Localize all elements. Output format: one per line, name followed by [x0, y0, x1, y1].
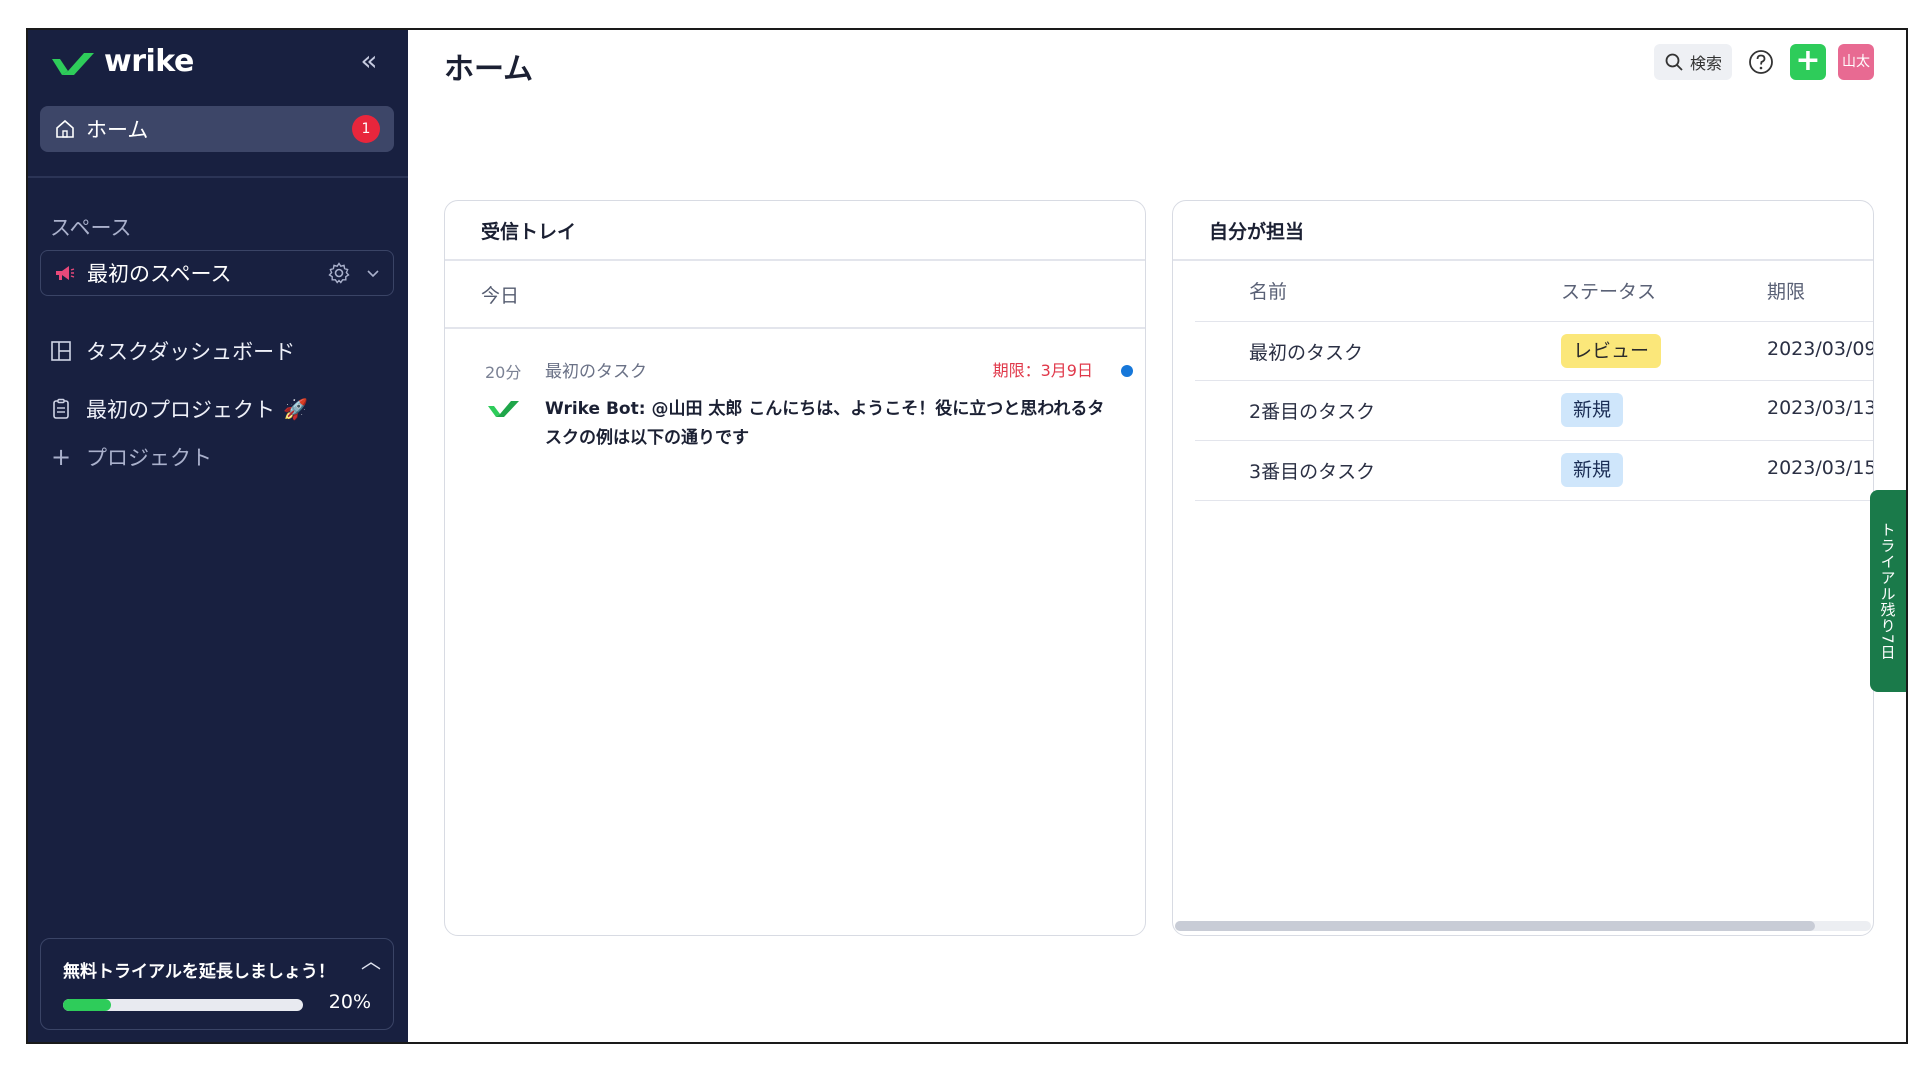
sidebar: wrike « ホーム 1 スペース 最初のスペース タスクダッシュボード 最初…: [28, 30, 408, 1042]
task-name[interactable]: 2番目のタスク: [1249, 397, 1375, 424]
dashboard-icon: [51, 341, 71, 361]
sidebar-item-project[interactable]: 最初のプロジェクト 🚀: [50, 394, 308, 424]
trial-title: 無料トライアルを延長しましょう！: [63, 962, 335, 982]
sidebar-item-home[interactable]: ホーム 1: [40, 106, 394, 152]
sidebar-item-dashboard[interactable]: タスクダッシュボード: [50, 336, 295, 366]
sidebar-divider: [28, 176, 408, 178]
table-row[interactable]: 最初のタスク レビュー 2023/03/09: [1195, 321, 1873, 381]
wrike-bot-avatar-icon: [488, 401, 519, 417]
page-title: ホーム: [444, 52, 534, 87]
trial-remaining-label: トライアル残り7日: [1878, 521, 1897, 661]
inbox-group-label: 今日: [481, 285, 520, 307]
search-label: 検索: [1689, 54, 1722, 73]
sidebar-item-project-label: 最初のプロジェクト: [86, 398, 275, 422]
avatar[interactable]: 山太: [1838, 44, 1874, 80]
status-badge[interactable]: レビュー: [1561, 334, 1662, 368]
megaphone-icon: [56, 266, 75, 280]
horizontal-scrollbar[interactable]: [1175, 921, 1871, 931]
main-content: ホーム 検索 + 山太 受信トレイ 今日 20分 最初のタスク 期限：3月9日 …: [408, 30, 1906, 1042]
message-task-link[interactable]: 最初のタスク: [545, 357, 647, 382]
top-actions: 検索 + 山太: [1653, 44, 1874, 80]
task-due-date: 2023/03/09: [1767, 338, 1874, 360]
table-row[interactable]: 2番目のタスク 新規 2023/03/13: [1195, 381, 1873, 441]
plus-icon: +: [50, 443, 72, 471]
trial-extension-card[interactable]: 無料トライアルを延長しましょう！ ︿ 20%: [40, 938, 394, 1030]
chevron-down-icon[interactable]: [365, 265, 381, 281]
app-window: wrike « ホーム 1 スペース 最初のスペース タスクダッシュボード 最初…: [26, 28, 1908, 1044]
assigned-panel: 自分が担当 名前 ステータス 期限 最初のタスク レビュー 2023/03/09…: [1172, 200, 1874, 936]
status-badge[interactable]: 新規: [1561, 393, 1624, 427]
add-new-button[interactable]: +: [1790, 44, 1826, 80]
add-project-button[interactable]: + プロジェクト: [50, 442, 212, 472]
trial-progress-percent: 20%: [328, 991, 371, 1013]
wrike-logo[interactable]: wrike: [50, 44, 194, 79]
assigned-title: 自分が担当: [1209, 221, 1305, 243]
trial-progress-bar: [63, 999, 303, 1011]
unread-dot-icon[interactable]: [1121, 365, 1133, 377]
message-due-date: 期限：3月9日: [992, 361, 1093, 380]
help-button[interactable]: [1744, 45, 1778, 79]
table-row[interactable]: 3番目のタスク 新規 2023/03/15: [1195, 441, 1873, 501]
logo-text: wrike: [104, 44, 194, 79]
home-icon: [56, 119, 74, 138]
trial-remaining-tab[interactable]: トライアル残り7日: [1870, 490, 1906, 692]
message-text: Wrike Bot: @山田 太郎 こんにちは、ようこそ！役に立つと思われるタス…: [545, 399, 1105, 448]
clipboard-icon: [53, 398, 69, 419]
divider: [445, 327, 1145, 329]
wrike-check-logo-icon: [52, 52, 94, 75]
search-button[interactable]: 検索: [1653, 44, 1732, 80]
task-due-date: 2023/03/15: [1767, 457, 1874, 479]
message-time: 20分: [485, 363, 522, 382]
table-header: 名前 ステータス 期限: [1173, 259, 1873, 321]
task-name[interactable]: 最初のタスク: [1249, 338, 1363, 365]
sidebar-item-home-label: ホーム: [86, 118, 149, 142]
status-badge[interactable]: 新規: [1561, 453, 1624, 487]
task-name[interactable]: 3番目のタスク: [1249, 457, 1375, 484]
rocket-icon: 🚀: [283, 397, 308, 421]
sidebar-item-space[interactable]: 最初のスペース: [40, 250, 394, 296]
divider: [445, 259, 1145, 261]
collapse-sidebar-icon[interactable]: «: [354, 47, 384, 78]
add-project-label: プロジェクト: [86, 446, 212, 470]
space-label: 最初のスペース: [87, 262, 232, 286]
column-header-due[interactable]: 期限: [1767, 277, 1805, 304]
notification-badge: 1: [352, 115, 380, 143]
search-icon: [1665, 53, 1683, 71]
inbox-message[interactable]: 20分 最初のタスク 期限：3月9日 Wrike Bot: @山田 太郎 こんに…: [445, 341, 1145, 451]
chevron-up-icon[interactable]: ︿: [361, 945, 381, 974]
trial-progress-fill: [63, 999, 111, 1011]
inbox-title: 受信トレイ: [481, 221, 577, 243]
task-due-date: 2023/03/13: [1767, 397, 1874, 419]
sidebar-item-dashboard-label: タスクダッシュボード: [86, 340, 296, 364]
gear-icon[interactable]: [327, 261, 351, 285]
inbox-panel: 受信トレイ 今日 20分 最初のタスク 期限：3月9日 Wrike Bot: @…: [444, 200, 1146, 936]
spaces-header: スペース: [50, 216, 132, 240]
help-icon: [1749, 50, 1773, 74]
column-header-name[interactable]: 名前: [1249, 277, 1287, 304]
column-header-status[interactable]: ステータス: [1561, 277, 1656, 304]
scrollbar-thumb[interactable]: [1175, 921, 1815, 931]
